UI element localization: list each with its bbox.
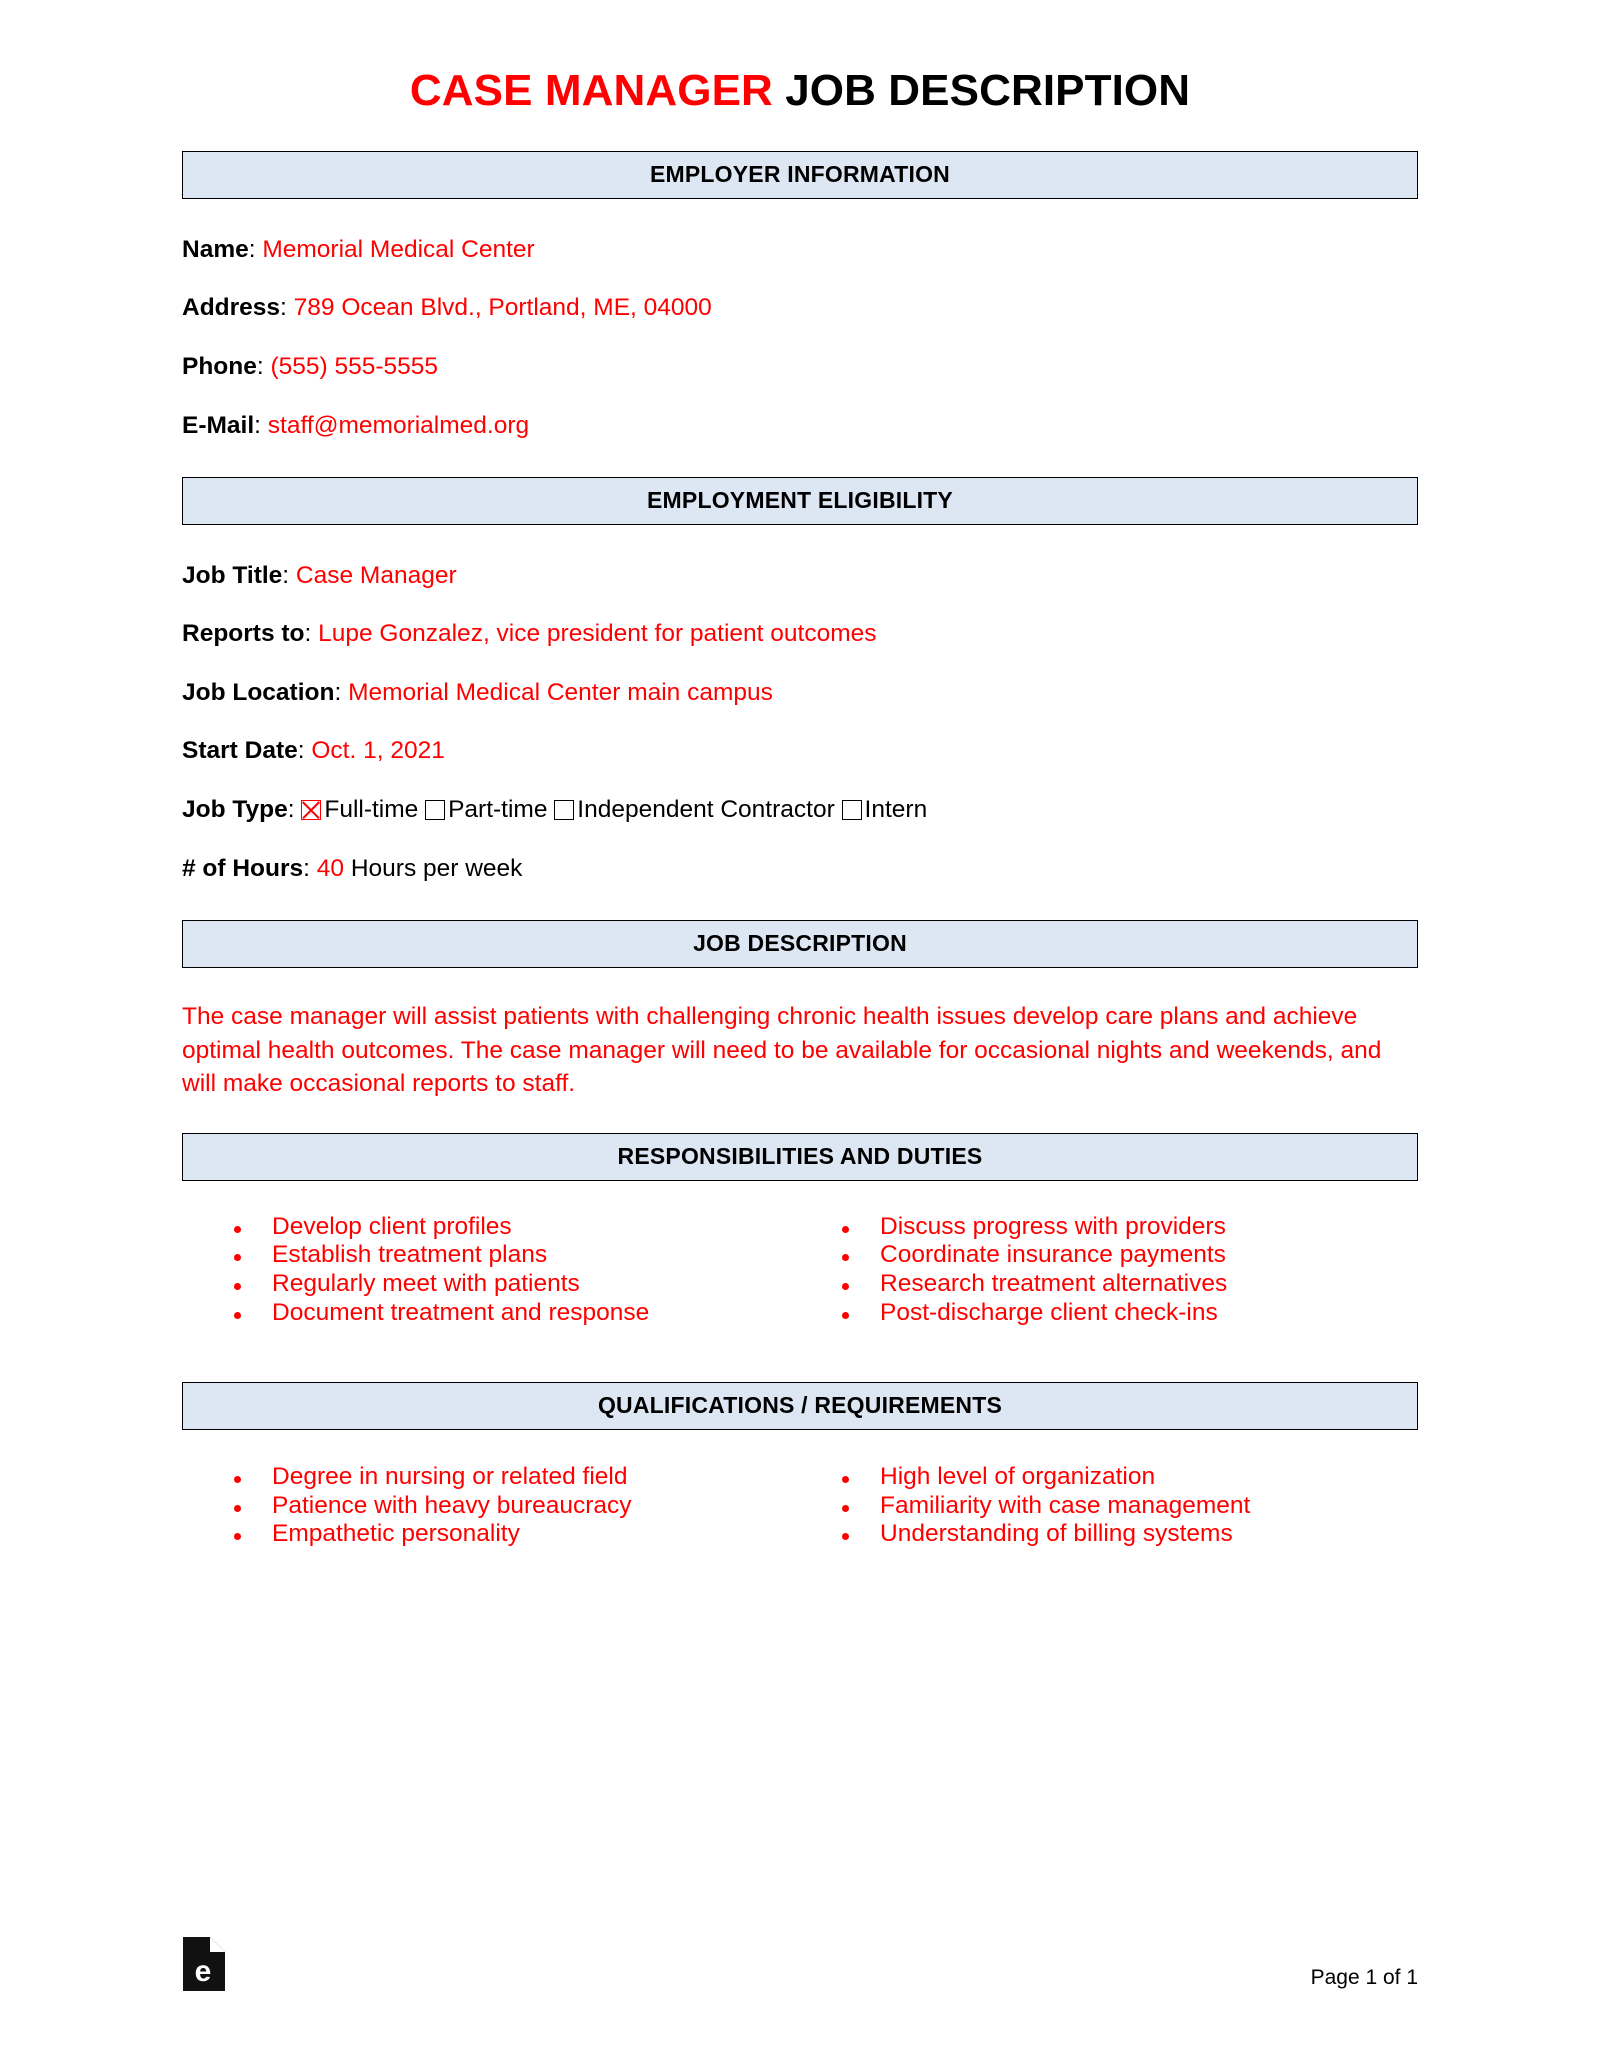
field-value-hours: 40 <box>316 854 345 882</box>
field-employer-address: Address: 789 Ocean Blvd., Portland, ME, … <box>182 294 712 322</box>
field-start-date: Start Date: Oct. 1, 2021 <box>182 737 445 765</box>
job-description-text: The case manager will assist patients wi… <box>182 1002 1382 1098</box>
responsibilities-list-right: Discuss progress with providers Coordinat… <box>840 1213 1418 1329</box>
job-type-option-group: Full-time Part-time Independent Contract… <box>301 796 927 823</box>
section-header-employer-information: EMPLOYER INFORMATION <box>182 151 1418 199</box>
list-item: Post-discharge client check-ins <box>840 1299 1418 1328</box>
qualifications-list-right: High level of organization Familiarity wi… <box>840 1463 1418 1550</box>
page-title: CASE MANAGER JOB DESCRIPTION <box>182 0 1418 114</box>
field-label-name: Name <box>182 235 249 263</box>
field-value-job-location: Memorial Medical Center main campus <box>348 678 773 706</box>
field-employer-name: Name: Memorial Medical Center <box>182 235 535 263</box>
field-label-job-title: Job Title <box>182 561 283 589</box>
job-type-option-intern[interactable]: Intern <box>841 796 928 824</box>
field-employer-email: E-Mail: staff@memorialmed.org <box>182 411 530 439</box>
field-value-start-date: Oct. 1, 2021 <box>311 737 445 765</box>
list-item: Establish treatment plans <box>232 1241 800 1270</box>
field-reports-to: Reports to: Lupe Gonzalez, vice presiden… <box>182 620 877 648</box>
field-employer-phone: Phone: (555) 555-5555 <box>182 352 439 380</box>
checkbox-empty-icon[interactable] <box>554 800 575 821</box>
job-type-option-label: Part-time <box>448 796 548 824</box>
job-type-option-full-time[interactable]: Full-time <box>301 796 418 823</box>
field-label-address: Address <box>182 294 281 322</box>
list-item: Research treatment alternatives <box>840 1270 1418 1299</box>
field-hours: # of Hours: 40 Hours per week <box>182 854 523 882</box>
list-item: Empathetic personality <box>232 1520 800 1549</box>
list-item: Coordinate insurance payments <box>840 1241 1418 1270</box>
page-number: Page 1 of 1 <box>1310 1966 1418 1989</box>
list-item: Develop client profiles <box>232 1213 800 1242</box>
page-footer: e Page 1 of 1 <box>182 1936 1418 1992</box>
list-item: Understanding of billing systems <box>840 1520 1418 1549</box>
field-job-title: Job Title: Case Manager <box>182 561 457 589</box>
page-title-accent: CASE MANAGER <box>409 66 773 115</box>
job-type-option-label: Independent Contractor <box>577 796 835 824</box>
job-type-option-label: Intern <box>864 796 928 824</box>
responsibilities-columns: Develop client profiles Establish treatme… <box>182 1213 1418 1329</box>
qualifications-column-left: Degree in nursing or related field Patien… <box>182 1463 800 1550</box>
page-title-rest: JOB DESCRIPTION <box>772 66 1191 115</box>
responsibilities-list-left: Develop client profiles Establish treatme… <box>232 1213 800 1329</box>
responsibilities-column-right: Discuss progress with providers Coordinat… <box>800 1213 1418 1329</box>
qualifications-list-left: Degree in nursing or related field Patien… <box>232 1463 800 1550</box>
checkbox-empty-icon[interactable] <box>841 800 862 821</box>
list-item: Discuss progress with providers <box>840 1213 1418 1242</box>
section-header-employment-eligibility: EMPLOYMENT ELIGIBILITY <box>182 477 1418 525</box>
document-page: CASE MANAGER JOB DESCRIPTION EMPLOYER IN… <box>0 0 1600 2070</box>
list-item: Document treatment and response <box>232 1299 800 1328</box>
section-header-responsibilities: RESPONSIBILITIES AND DUTIES <box>182 1133 1418 1181</box>
field-value-phone: (555) 555-5555 <box>270 352 439 380</box>
field-value-reports-to: Lupe Gonzalez, vice president for patien… <box>318 620 877 648</box>
svg-text:e: e <box>195 1955 212 1988</box>
checkbox-empty-icon[interactable] <box>425 800 446 821</box>
list-item: High level of organization <box>840 1463 1418 1492</box>
list-item: Patience with heavy bureaucracy <box>232 1492 800 1521</box>
field-value-address: 789 Ocean Blvd., Portland, ME, 04000 <box>293 294 712 322</box>
list-item: Familiarity with case management <box>840 1492 1418 1521</box>
field-suffix-hours: Hours per week <box>350 854 523 882</box>
field-job-location: Job Location: Memorial Medical Center ma… <box>182 678 773 706</box>
section-header-qualifications: QUALIFICATIONS / REQUIREMENTS <box>182 1382 1418 1430</box>
field-label-phone: Phone <box>182 352 257 380</box>
eforms-logo-icon: e <box>182 1936 226 1992</box>
section-header-job-description: JOB DESCRIPTION <box>182 920 1418 968</box>
qualifications-column-right: High level of organization Familiarity wi… <box>800 1463 1418 1550</box>
list-item: Degree in nursing or related field <box>232 1463 800 1492</box>
field-label-email: E-Mail <box>182 411 255 439</box>
responsibilities-column-left: Develop client profiles Establish treatme… <box>182 1213 800 1329</box>
checkbox-checked-icon[interactable] <box>301 800 322 821</box>
field-label-job-type: Job Type <box>182 796 288 824</box>
list-item: Regularly meet with patients <box>232 1270 800 1299</box>
field-value-name: Memorial Medical Center <box>262 235 535 263</box>
field-label-hours: # of Hours <box>182 854 304 882</box>
qualifications-columns: Degree in nursing or related field Patien… <box>182 1463 1418 1550</box>
field-label-start-date: Start Date <box>182 737 298 765</box>
field-value-email: staff@memorialmed.org <box>267 411 530 439</box>
job-type-option-label: Full-time <box>324 796 419 824</box>
field-label-job-location: Job Location <box>182 678 335 706</box>
field-job-type: Job Type: Full-time Part-time Independen… <box>182 796 928 824</box>
field-value-job-title: Case Manager <box>295 561 457 589</box>
job-type-option-independent-contractor[interactable]: Independent Contractor <box>554 796 835 824</box>
field-label-reports-to: Reports to <box>182 620 305 648</box>
job-type-option-part-time[interactable]: Part-time <box>425 796 547 823</box>
